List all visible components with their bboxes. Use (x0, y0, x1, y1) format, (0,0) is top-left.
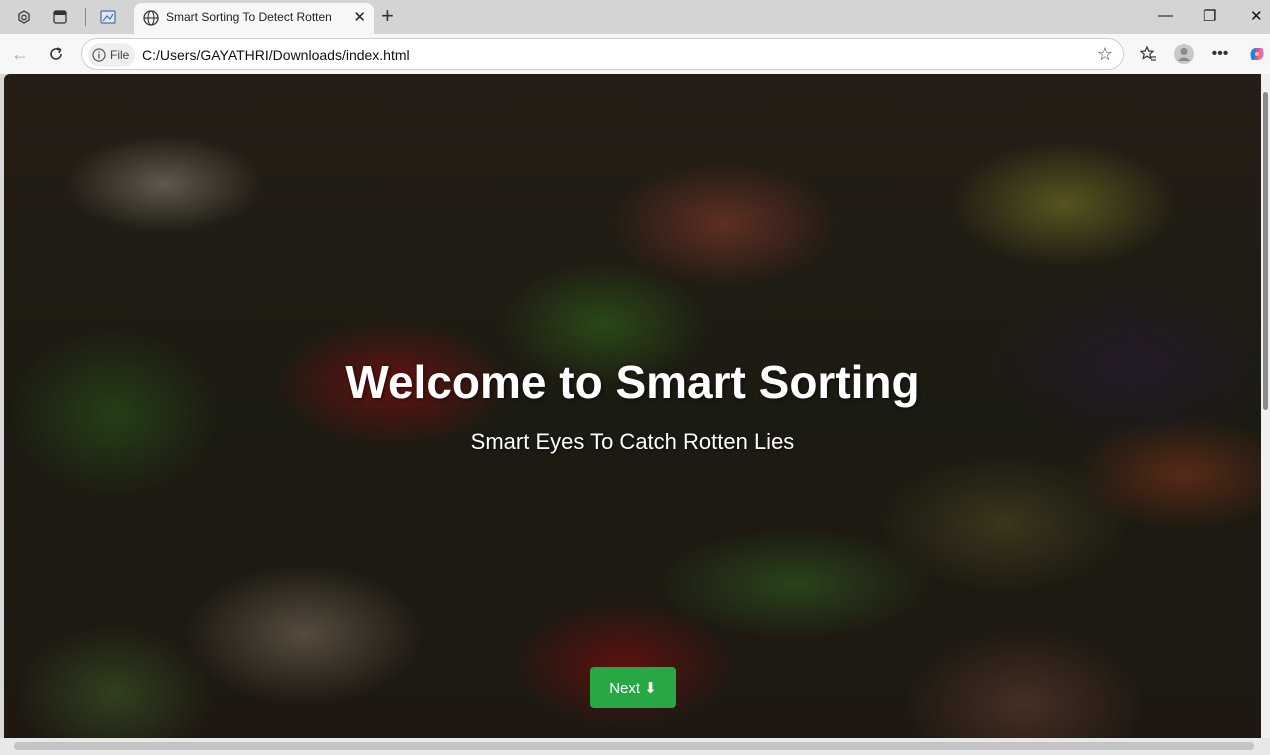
info-icon (92, 48, 106, 62)
site-info-chip[interactable]: File (88, 43, 136, 67)
page-hero: Welcome to Smart Sorting Smart Eyes To C… (4, 74, 1261, 738)
file-chip-label: File (110, 48, 130, 62)
url-text[interactable]: C:/Users/GAYATHRI/Downloads/index.html (142, 47, 410, 63)
close-window-button[interactable]: ✕ (1250, 7, 1263, 25)
minimize-button[interactable]: — (1158, 7, 1173, 24)
browser-toolbar: ← File C:/Users/GAYATHRI/Downloads/index… (0, 34, 1270, 74)
tab-actions-icon[interactable] (49, 6, 71, 28)
app-icon[interactable] (97, 6, 119, 28)
more-icon[interactable]: ••• (1209, 43, 1231, 65)
favorite-star-icon[interactable]: ☆ (1097, 44, 1113, 65)
tab-title: Smart Sorting To Detect Rotten (166, 10, 332, 24)
workspaces-icon[interactable] (13, 6, 35, 28)
vertical-scrollbar[interactable] (1261, 74, 1270, 738)
refresh-icon[interactable] (45, 43, 67, 65)
hero-subtitle: Smart Eyes To Catch Rotten Lies (470, 429, 795, 454)
copilot-icon[interactable] (1246, 43, 1268, 65)
horizontal-scroll-thumb[interactable] (14, 742, 1254, 750)
vertical-scroll-thumb[interactable] (1263, 92, 1268, 410)
hero-title: Welcome to Smart Sorting (345, 356, 920, 408)
titlebar-separator (85, 8, 86, 26)
back-icon[interactable]: ← (9, 43, 31, 65)
browser-tab[interactable]: Smart Sorting To Detect Rotten ✕ (134, 3, 374, 34)
horizontal-scrollbar[interactable] (0, 738, 1270, 755)
tab-close-button[interactable]: ✕ (353, 8, 366, 26)
address-bar[interactable]: File C:/Users/GAYATHRI/Downloads/index.h… (81, 38, 1124, 70)
browser-titlebar: Smart Sorting To Detect Rotten ✕ + — ❐ ✕ (0, 0, 1270, 34)
restore-button[interactable]: ❐ (1203, 7, 1216, 25)
globe-icon (143, 10, 159, 26)
profile-icon[interactable] (1173, 43, 1195, 65)
favorites-icon[interactable] (1137, 43, 1159, 65)
next-button[interactable]: Next ⬇ (590, 667, 676, 708)
new-tab-button[interactable]: + (381, 3, 394, 29)
